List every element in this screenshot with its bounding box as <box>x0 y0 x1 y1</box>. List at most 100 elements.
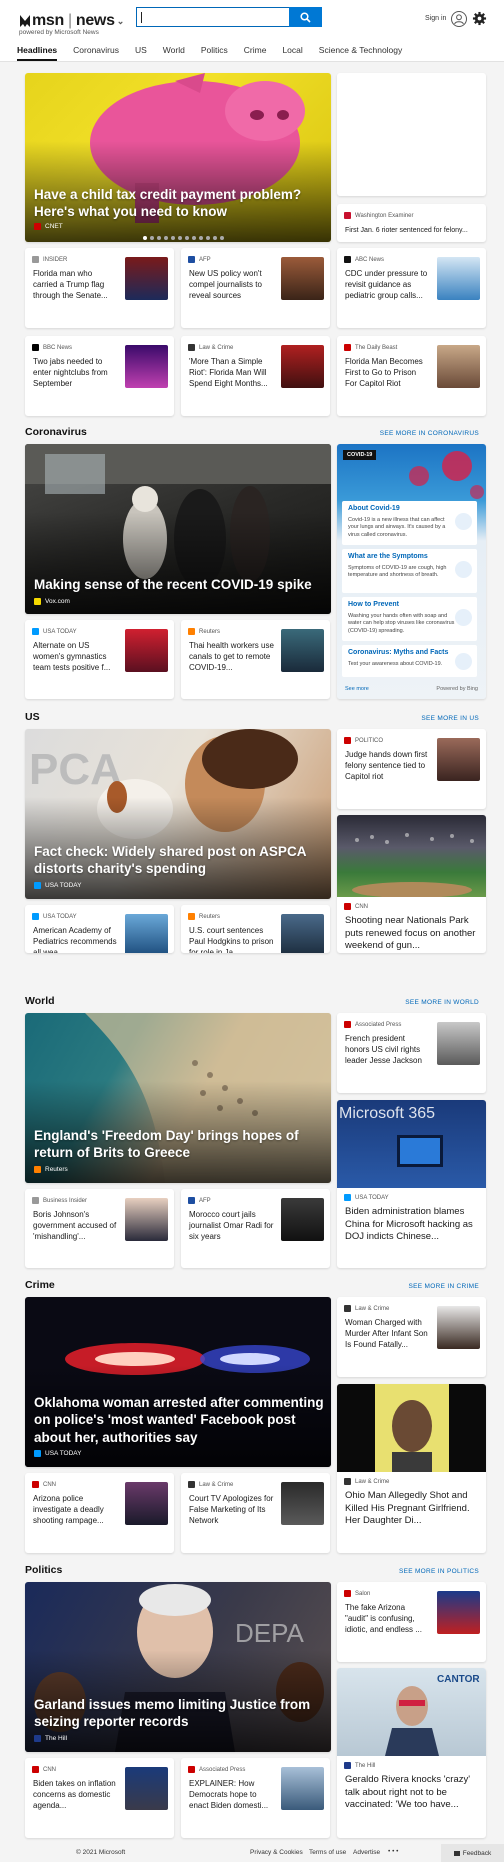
feedback-button[interactable]: Feedback <box>441 1844 504 1862</box>
terms-link[interactable]: Terms of use <box>309 1849 346 1856</box>
story-title[interactable]: Two jabs needed to enter nightclubs from… <box>33 356 118 389</box>
covid-item-myths[interactable]: Coronavirus: Myths and Facts Test your aw… <box>342 645 477 677</box>
covid-item-symptoms[interactable]: What are the Symptoms Symptoms of COVID-1… <box>342 549 477 593</box>
see-more-crime[interactable]: SEE MORE IN CRIME <box>409 1283 479 1290</box>
story-title[interactable]: Court TV Apologizes for False Marketing … <box>189 1493 274 1526</box>
crime-hero-card[interactable]: Oklahoma woman arrested after commenting… <box>25 1297 331 1467</box>
avatar[interactable] <box>451 11 467 27</box>
more-options-icon[interactable]: • • • <box>388 1848 398 1855</box>
search-button[interactable] <box>289 7 322 27</box>
story-title[interactable]: Woman Charged with Murder After Infant S… <box>345 1317 430 1350</box>
story-card[interactable]: Reuters U.S. court sentences Paul Hodgki… <box>181 905 330 953</box>
covid-item-about[interactable]: About Covid-19 Covid-19 is a new illness … <box>342 501 477 545</box>
story-title[interactable]: Morocco court jails journalist Omar Radi… <box>189 1209 274 1242</box>
see-more-world[interactable]: SEE MORE IN WORLD <box>405 999 479 1006</box>
story-card[interactable]: ABC News CDC under pressure to revisit g… <box>337 248 486 328</box>
covid-item-prevent[interactable]: How to Prevent Washing your hands often w… <box>342 597 477 641</box>
coronavirus-hero-card[interactable]: Making sense of the recent COVID-19 spik… <box>25 444 331 614</box>
crime-big-card[interactable]: Law & Crime Ohio Man Allegedly Shot and … <box>337 1384 486 1553</box>
story-title[interactable]: U.S. court sentences Paul Hodgkins to pr… <box>189 925 274 953</box>
hero-title[interactable]: Garland issues memo limiting Justice fro… <box>34 1696 319 1731</box>
see-more-politics[interactable]: SEE MORE IN POLITICS <box>399 1568 479 1575</box>
story-card[interactable]: Law & Crime 'More Than a Simple Riot': F… <box>181 336 330 416</box>
story-title[interactable]: French president honors US civil rights … <box>345 1033 430 1066</box>
crime-side-card[interactable]: Law & Crime Woman Charged with Murder Af… <box>337 1297 486 1377</box>
see-more-us[interactable]: SEE MORE IN US <box>421 715 479 722</box>
world-big-card[interactable]: Microsoft 365 USA TODAY Biden administra… <box>337 1100 486 1268</box>
story-card[interactable]: CNN Arizona police investigate a deadly … <box>25 1473 174 1553</box>
story-card[interactable]: Associated Press EXPLAINER: How Democrat… <box>181 1758 330 1838</box>
tab-coronavirus[interactable]: Coronavirus <box>73 45 119 61</box>
us-hero-card[interactable]: PCA Fact check: Widely shared post on AS… <box>25 729 331 899</box>
story-title[interactable]: Boris Johnson's government accused of 'm… <box>33 1209 118 1242</box>
story-title[interactable]: Alternate on US women's gymnastics team … <box>33 640 118 673</box>
story-title[interactable]: First Jan. 6 rioter sentenced for felony… <box>345 226 468 236</box>
story-title[interactable]: Judge hands down first felony sentence t… <box>345 749 430 782</box>
politics-side-card[interactable]: Salon The fake Arizona "audit" is confus… <box>337 1582 486 1662</box>
us-big-card[interactable]: CNN Shooting near Nationals Park puts re… <box>337 815 486 953</box>
story-card[interactable]: Business Insider Boris Johnson's governm… <box>25 1189 174 1268</box>
hero-title[interactable]: Have a child tax credit payment problem?… <box>34 186 314 221</box>
politics-hero-card[interactable]: DEPA Garland issues memo limiting Justic… <box>25 1582 331 1752</box>
story-title[interactable]: Ohio Man Allegedly Shot and Killed His P… <box>345 1490 480 1528</box>
signin-link[interactable]: Sign in <box>425 15 446 22</box>
gear-icon[interactable] <box>472 11 487 26</box>
story-title[interactable]: The fake Arizona "audit" is confusing, i… <box>345 1602 430 1635</box>
story-title[interactable]: New US policy won't compel journalists t… <box>189 268 274 301</box>
story-title[interactable]: Biden takes on inflation concerns as dom… <box>33 1778 118 1811</box>
world-hero-card[interactable]: England's 'Freedom Day' brings hopes of … <box>25 1013 331 1183</box>
copyright: © 2021 Microsoft <box>76 1849 126 1856</box>
the-hill-logo-icon <box>34 1735 41 1742</box>
headline-hero-card[interactable]: Have a child tax credit payment problem?… <box>25 73 331 242</box>
story-title[interactable]: Biden administration blames China for Mi… <box>345 1206 480 1244</box>
headline-side-card[interactable]: Washington Examiner First Jan. 6 rioter … <box>337 204 486 242</box>
hero-title[interactable]: Oklahoma woman arrested after commenting… <box>34 1394 326 1446</box>
story-title[interactable]: Florida Man Becomes First to Go to Priso… <box>345 356 430 389</box>
covid-see-more[interactable]: See more <box>345 686 369 692</box>
story-source: Law & Crime <box>199 1481 234 1488</box>
story-title[interactable]: Shooting near Nationals Park puts renewe… <box>345 915 480 953</box>
tab-crime[interactable]: Crime <box>244 45 267 61</box>
story-card[interactable]: CNN Biden takes on inflation concerns as… <box>25 1758 174 1838</box>
privacy-link[interactable]: Privacy & Cookies <box>250 1849 303 1856</box>
world-side-card[interactable]: Associated Press French president honors… <box>337 1013 486 1093</box>
tab-local[interactable]: Local <box>282 45 302 61</box>
us-side-card[interactable]: POLITICO Judge hands down first felony s… <box>337 729 486 809</box>
tab-headlines[interactable]: Headlines <box>17 45 58 61</box>
hero-title[interactable]: England's 'Freedom Day' brings hopes of … <box>34 1127 319 1162</box>
advertise-link[interactable]: Advertise <box>353 1849 380 1856</box>
quiz-icon <box>455 653 472 670</box>
story-title[interactable]: American Academy of Pediatrics recommend… <box>33 925 118 953</box>
svg-text:CANTOR: CANTOR <box>437 1674 480 1685</box>
tab-world[interactable]: World <box>163 45 185 61</box>
hero-title[interactable]: Making sense of the recent COVID-19 spik… <box>34 576 324 593</box>
story-title[interactable]: Florida man who carried a Trump flag thr… <box>33 268 118 301</box>
story-card[interactable]: Reuters Thai health workers use canals t… <box>181 620 330 699</box>
story-card[interactable]: Law & Crime Court TV Apologizes for Fals… <box>181 1473 330 1553</box>
story-card[interactable]: USA TODAY American Academy of Pediatrics… <box>25 905 174 953</box>
usa-today-logo-icon <box>34 882 41 889</box>
story-title[interactable]: CDC under pressure to revisit guidance a… <box>345 268 430 301</box>
politics-big-card[interactable]: CANTOR The Hill Geraldo Rivera knocks 'c… <box>337 1668 486 1838</box>
story-title[interactable]: 'More Than a Simple Riot': Florida Man W… <box>189 356 274 389</box>
story-title[interactable]: Thai health workers use canals to get to… <box>189 640 274 673</box>
story-source: Salon <box>355 1590 371 1597</box>
see-more-coronavirus[interactable]: SEE MORE IN CORONAVIRUS <box>380 430 479 437</box>
chevron-down-icon[interactable]: ⌄ <box>117 16 125 27</box>
story-card[interactable]: AFP New US policy won't compel journalis… <box>181 248 330 328</box>
carousel-dots[interactable] <box>143 236 224 240</box>
hero-title[interactable]: Fact check: Widely shared post on ASPCA … <box>34 843 319 878</box>
tab-us[interactable]: US <box>135 45 147 61</box>
story-title[interactable]: Arizona police investigate a deadly shoo… <box>33 1493 118 1526</box>
hero-source: CNET <box>34 223 63 230</box>
story-card[interactable]: INSIDER Florida man who carried a Trump … <box>25 248 174 328</box>
story-card[interactable]: BBC News Two jabs needed to enter nightc… <box>25 336 174 416</box>
story-card[interactable]: AFP Morocco court jails journalist Omar … <box>181 1189 330 1268</box>
tab-politics[interactable]: Politics <box>201 45 228 61</box>
story-card[interactable]: The Daily Beast Florida Man Becomes Firs… <box>337 336 486 416</box>
tab-science-technology[interactable]: Science & Technology <box>319 45 402 61</box>
story-title[interactable]: Geraldo Rivera knocks 'crazy' talk about… <box>345 1774 480 1812</box>
story-card[interactable]: USA TODAY Alternate on US women's gymnas… <box>25 620 174 699</box>
story-source: CNN <box>355 903 368 910</box>
story-title[interactable]: EXPLAINER: How Democrats hope to enact B… <box>189 1778 274 1811</box>
